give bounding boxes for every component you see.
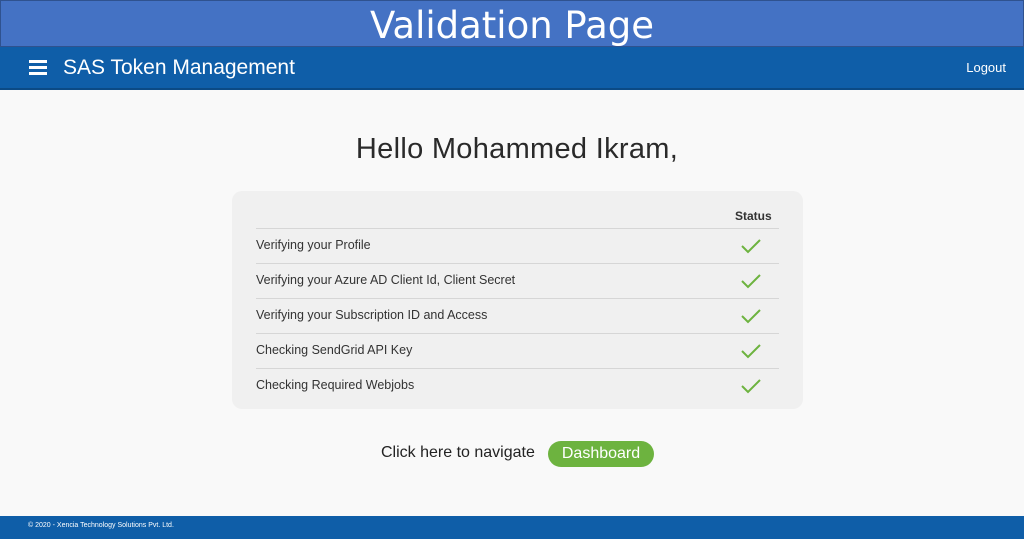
check-icon <box>740 377 762 395</box>
hamburger-menu-icon[interactable] <box>29 60 47 75</box>
validation-item-label: Checking Required Webjobs <box>256 378 415 392</box>
table-row: Verifying your Subscription ID and Acces… <box>256 299 779 334</box>
check-icon <box>740 237 762 255</box>
footer-copyright: © 2020 - Xencia Technology Solutions Pvt… <box>28 522 174 529</box>
table-row: Checking SendGrid API Key <box>256 334 779 369</box>
table-row: Verifying your Profile <box>256 229 779 264</box>
validation-page-banner: Validation Page <box>0 0 1024 47</box>
validation-item-label: Verifying your Subscription ID and Acces… <box>256 308 488 322</box>
dashboard-button[interactable]: Dashboard <box>548 441 654 467</box>
navigate-text: Click here to navigate <box>381 444 535 461</box>
logout-link[interactable]: Logout <box>966 60 1006 75</box>
app-title[interactable]: SAS Token Management <box>63 56 295 80</box>
greeting-heading: Hello Mohammed Ikram, <box>355 133 679 165</box>
top-navbar: SAS Token Management Logout <box>0 47 1024 90</box>
validation-item-label: Verifying your Azure AD Client Id, Clien… <box>256 273 516 287</box>
table-row: Verifying your Azure AD Client Id, Clien… <box>256 264 779 299</box>
check-icon <box>740 307 762 325</box>
check-icon <box>740 342 762 360</box>
footer: © 2020 - Xencia Technology Solutions Pvt… <box>0 516 1024 539</box>
check-icon <box>740 272 762 290</box>
validation-item-label: Checking SendGrid API Key <box>256 343 413 357</box>
status-column-header: Status <box>735 209 772 223</box>
banner-title: Validation Page <box>369 4 655 47</box>
table-row: Checking Required Webjobs <box>256 369 779 404</box>
validation-item-label: Verifying your Profile <box>256 238 371 252</box>
